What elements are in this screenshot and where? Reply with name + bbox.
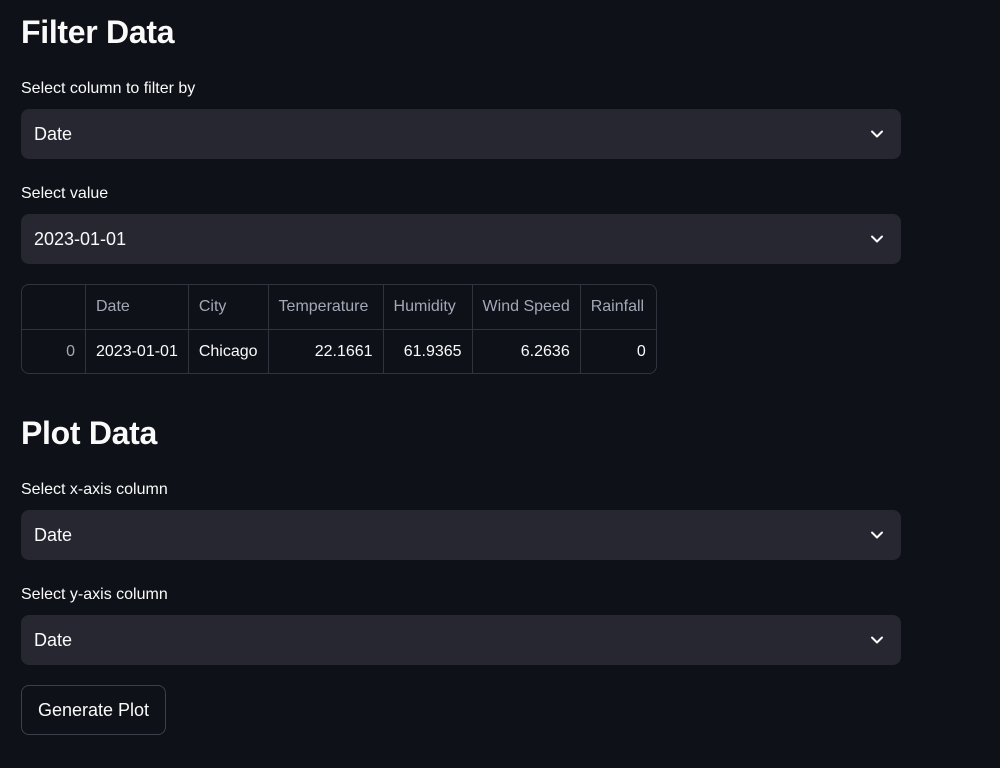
y-axis-label: Select y-axis column [21,586,168,603]
filter-column-select[interactable]: Date [21,109,901,159]
table-header-temperature[interactable]: Temperature [268,285,384,330]
data-table[interactable]: Date City Temperature Humidity Wind Spee… [21,284,657,374]
x-axis-select[interactable]: Date [21,510,901,560]
table-cell-temperature[interactable]: 22.1661 [268,329,384,373]
plot-section-title: Plot Data [21,415,157,451]
chevron-down-icon [871,636,883,644]
generate-plot-button[interactable]: Generate Plot [21,685,166,735]
table-header-index[interactable] [22,285,86,330]
table-cell-index[interactable]: 0 [22,329,86,373]
y-axis-value: Date [34,630,73,650]
table-cell-humidity[interactable]: 61.9365 [383,329,473,373]
app-main: Filter Data Select column to filter by D… [0,0,1000,768]
filter-section-title: Filter Data [21,14,175,50]
chevron-down-icon [871,235,883,243]
x-axis-label: Select x-axis column [21,481,168,498]
table-cell-city[interactable]: Chicago [188,329,269,373]
filter-value-select[interactable]: 2023-01-01 [21,214,901,264]
table-header-city[interactable]: City [188,285,269,330]
table-header-rainfall[interactable]: Rainfall [580,285,656,330]
table-header-date[interactable]: Date [85,285,189,330]
filter-column-label: Select column to filter by [21,80,196,97]
table-row: 0 2023-01-01 Chicago 22.1661 61.9365 6.2… [22,329,656,374]
x-axis-value: Date [34,525,73,545]
table-header-row: Date City Temperature Humidity Wind Spee… [22,285,656,330]
chevron-down-icon [871,531,883,539]
chevron-down-icon [871,130,883,138]
table-cell-rainfall[interactable]: 0 [580,330,656,374]
table-header-wind-speed[interactable]: Wind Speed [472,285,581,330]
filter-column-value: Date [34,124,73,144]
y-axis-select[interactable]: Date [21,615,901,665]
filter-value-value: 2023-01-01 [34,229,127,249]
table-header-humidity[interactable]: Humidity [383,285,473,330]
table-cell-date[interactable]: 2023-01-01 [85,329,189,373]
table-cell-wind-speed[interactable]: 6.2636 [472,329,581,373]
filter-value-label: Select value [21,185,109,202]
